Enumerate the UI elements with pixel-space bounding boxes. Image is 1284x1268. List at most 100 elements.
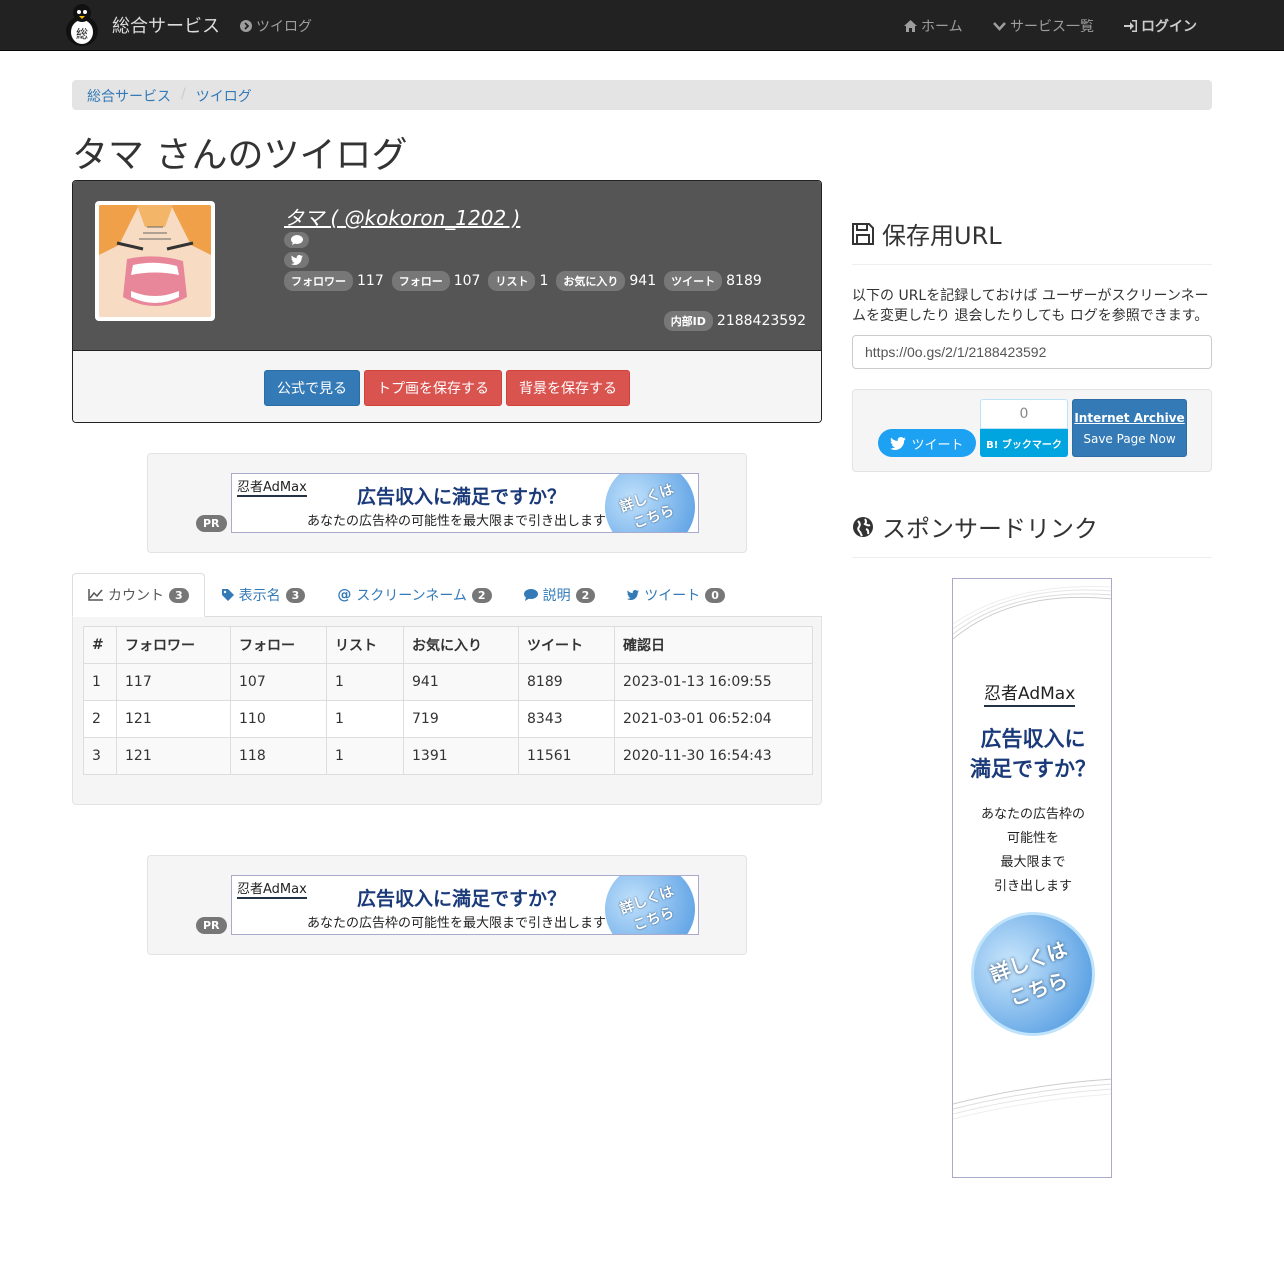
tab-count[interactable]: カウント 3 xyxy=(72,573,205,617)
navbar: 総 総合サービス ツイログ ホーム サービス一覧 ログイン xyxy=(0,0,1284,51)
stat-tweets-label: ツイート xyxy=(664,271,723,291)
table-header: ツイート xyxy=(518,626,615,664)
table-cell: 1391 xyxy=(403,737,519,775)
save-url-title: 保存用URL xyxy=(882,222,1002,250)
table-cell: 1 xyxy=(326,737,404,775)
twitter-icon xyxy=(890,436,907,450)
penguin-logo-icon: 総 xyxy=(62,3,102,47)
brand-link[interactable]: 総 総合サービス xyxy=(62,2,220,48)
comment-icon xyxy=(523,589,538,601)
avatar xyxy=(95,201,215,321)
ad-banner[interactable]: 忍者AdMax 広告収入に満足ですか？ あなたの広告枠の可能性を最大限まで引き出… xyxy=(231,875,699,935)
save-url-input[interactable] xyxy=(852,335,1212,369)
line-chart-icon xyxy=(88,589,103,601)
save-icon-button[interactable]: トプ画を保存する xyxy=(364,369,502,406)
profile-stats: フォロワー 117 フォロー 107 リスト 1 お気に入り 941 ツイート … xyxy=(284,271,766,291)
home-icon xyxy=(904,20,917,32)
stat-lists-value: 1 xyxy=(539,273,549,289)
ad-headline: 広告収入に満足ですか？ xyxy=(357,888,567,910)
tab-description[interactable]: 説明 2 xyxy=(509,573,611,617)
table-cell: 1 xyxy=(326,663,404,701)
nav-login-link[interactable]: ログイン xyxy=(1124,16,1197,36)
pr-badge: PR xyxy=(196,917,227,934)
table-cell: 121 xyxy=(116,700,231,738)
table-cell: 118 xyxy=(230,737,327,775)
ia-title: Internet Archive xyxy=(1074,411,1185,425)
save-url-description: 以下の URLを記録しておけば ユーザーがスクリーンネームを変更したり 退会した… xyxy=(852,288,1209,324)
ad-subtext: あなたの広告枠の 可能性を 最大限まで 引き出します xyxy=(953,803,1111,899)
table-cell: 2021-03-01 06:52:04 xyxy=(614,700,813,738)
ad-well-top: PR 忍者AdMax 広告収入に満足ですか？ あなたの広告枠の可能性を最大限まで… xyxy=(147,453,747,553)
table-header: フォロワー xyxy=(116,626,231,664)
ad-details-circle: 詳しくは こちら xyxy=(592,474,698,532)
count-history-table: # フォロワー フォロー リスト お気に入り ツイート 確認日 1 117 10… xyxy=(83,626,813,775)
nav-services-label: サービス一覧 xyxy=(1010,19,1094,35)
sign-in-icon xyxy=(1124,20,1137,32)
tab-display-name[interactable]: 表示名 3 xyxy=(207,573,321,617)
divider xyxy=(852,557,1212,558)
tab-tweets[interactable]: ツイート 0 xyxy=(612,573,740,617)
stat-tweets-value: 8189 xyxy=(726,273,762,289)
save-url-heading: 保存用URL xyxy=(852,216,1002,251)
view-official-button[interactable]: 公式で見る xyxy=(264,369,360,406)
stat-followers-value: 117 xyxy=(357,273,384,289)
table-cell: 1 xyxy=(326,700,404,738)
ad-details-circle: 詳しくは こちら xyxy=(953,894,1111,1054)
profile-panel: タマ ( @kokoron_1202 ) フォロワー 117 フォロー 107 … xyxy=(72,180,822,423)
nav-twilog-link[interactable]: ツイログ xyxy=(240,16,312,36)
tab-count-label: カウント xyxy=(108,588,164,604)
profile-name-link[interactable]: タマ ( @kokoron_1202 ) xyxy=(284,202,520,231)
ad-subtext-line: 可能性を xyxy=(1006,831,1059,846)
svg-text:総: 総 xyxy=(76,27,88,41)
share-panel: ツイート 0 B! ブックマーク Internet Archive Save P… xyxy=(852,389,1212,472)
tab-display-name-badge: 3 xyxy=(285,587,306,603)
description-badge xyxy=(284,232,309,248)
nav-home-link[interactable]: ホーム xyxy=(904,16,963,36)
stat-lists-label: リスト xyxy=(488,271,536,291)
stat-favorites-label: お気に入り xyxy=(556,271,626,291)
tab-screen-name[interactable]: @ スクリーンネーム 2 xyxy=(322,573,506,617)
pr-badge: PR xyxy=(196,515,227,532)
tab-display-name-label: 表示名 xyxy=(238,588,281,604)
ad-subtext-line: 引き出します xyxy=(993,879,1072,894)
breadcrumb: 総合サービス / ツイログ xyxy=(72,80,1212,110)
history-tabs: カウント 3 表示名 3 @ スクリーンネーム 2 説明 2 ツイート 0 xyxy=(72,573,822,617)
table-cell: 11561 xyxy=(518,737,615,775)
ad-logo: 忍者AdMax xyxy=(237,476,307,497)
table-cell: 110 xyxy=(230,700,327,738)
table-cell: 2 xyxy=(83,700,117,738)
nav-home-label: ホーム xyxy=(921,19,963,35)
table-header: リスト xyxy=(326,626,404,664)
table-cell: 2023-01-13 16:09:55 xyxy=(614,663,813,701)
skyscraper-ad-banner[interactable]: 忍者AdMax 広告収入に 満足ですか？ あなたの広告枠の 可能性を 最大限まで… xyxy=(952,578,1112,1178)
stat-following-label: フォロー xyxy=(391,271,450,291)
hatena-bookmark-count: 0 xyxy=(980,399,1068,429)
floppy-disk-icon xyxy=(852,222,874,245)
table-cell: 3 xyxy=(83,737,117,775)
hatena-bookmark-button[interactable]: B! ブックマーク xyxy=(980,429,1068,457)
ia-subtitle: Save Page Now xyxy=(1083,432,1176,446)
nav-services-link[interactable]: サービス一覧 xyxy=(993,16,1094,36)
ad-banner[interactable]: 忍者AdMax 広告収入に満足ですか？ あなたの広告枠の可能性を最大限まで引き出… xyxy=(231,473,699,533)
ad-well-bottom: PR 忍者AdMax 広告収入に満足ですか？ あなたの広告枠の可能性を最大限まで… xyxy=(147,855,747,955)
internet-archive-button[interactable]: Internet Archive Save Page Now xyxy=(1072,399,1187,457)
tab-screen-name-badge: 2 xyxy=(471,587,492,603)
breadcrumb-twilog[interactable]: ツイログ xyxy=(196,86,252,105)
ad-headline-line2: 満足ですか？ xyxy=(970,757,1096,781)
brand-text: 総合サービス xyxy=(112,16,220,37)
tab-description-badge: 2 xyxy=(575,587,596,603)
ad-logo: 忍者AdMax xyxy=(984,679,1076,707)
breadcrumb-home[interactable]: 総合サービス xyxy=(87,86,171,105)
internal-id-label: 内部ID xyxy=(663,311,713,331)
table-cell: 107 xyxy=(230,663,327,701)
save-background-button[interactable]: 背景を保存する xyxy=(506,369,630,406)
profile-actions: 公式で見る トプ画を保存する 背景を保存する xyxy=(73,351,821,422)
table-cell: 121 xyxy=(116,737,231,775)
table-header: 確認日 xyxy=(614,626,813,664)
ad-headline: 広告収入に 満足ですか？ xyxy=(953,724,1111,784)
tweet-share-button[interactable]: ツイート xyxy=(878,429,976,457)
at-icon: @ xyxy=(337,587,352,603)
ad-headline-line1: 広告収入に xyxy=(980,727,1086,751)
ad-subtext-line: 最大限まで xyxy=(1000,855,1066,870)
globe-icon xyxy=(853,516,873,537)
